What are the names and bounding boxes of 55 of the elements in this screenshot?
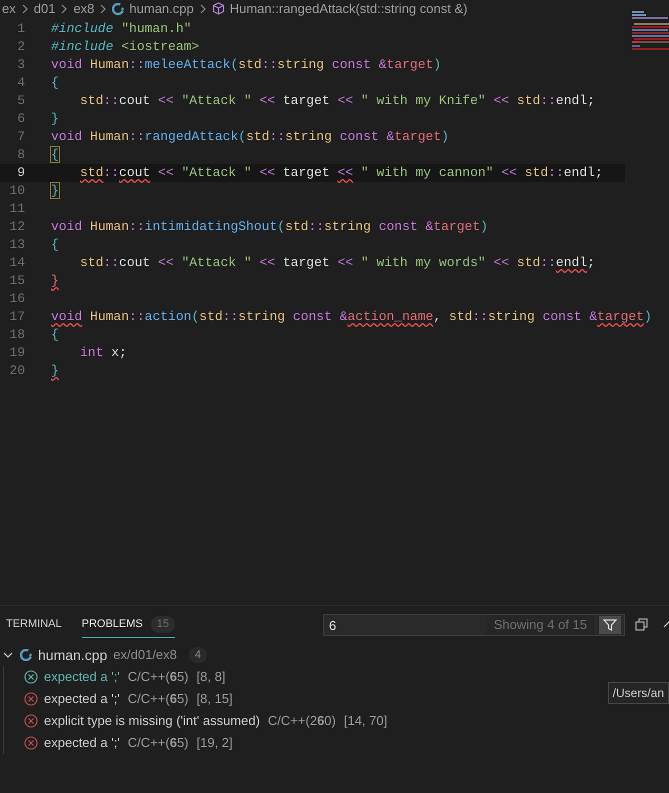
line-number: 17 xyxy=(8,308,25,326)
code-line: void Human::meleeAttack(std::string const &target) xyxy=(51,56,442,74)
problem-message: expected a ';' xyxy=(44,690,120,708)
line-number: 19 xyxy=(8,344,25,362)
line-number: 2 xyxy=(16,38,25,56)
code-line: std::cout << "Attack " << target << " with my Knife" << std::endl; xyxy=(80,92,595,110)
line-number: 16 xyxy=(8,290,25,308)
code-line: #include <iostream> xyxy=(51,38,200,56)
line-number: 5 xyxy=(16,92,25,110)
problem-position: [14, 70] xyxy=(344,712,388,730)
code-line: } xyxy=(51,110,59,128)
line-number: 20 xyxy=(8,362,25,380)
line-number: 13 xyxy=(8,236,25,254)
code-line: { xyxy=(51,326,59,344)
problem-message: explicit type is missing ('int' assumed) xyxy=(44,712,260,730)
code-line: #include "human.h" xyxy=(51,20,192,38)
line-number: 8 xyxy=(16,146,25,164)
problem-source: C/C++(65) xyxy=(128,690,188,708)
file-path: ex/d01/ex8 xyxy=(113,646,177,664)
problem-position: [8, 8] xyxy=(196,668,226,686)
line-number: 12 xyxy=(8,218,25,236)
code-line: std::cout << "Attack " << target << " with my cannon" << std::endl; xyxy=(80,164,603,182)
code-line: void Human::intimidatingShout(std::string const &target) xyxy=(51,218,488,236)
count-badge: 15 xyxy=(150,616,176,633)
problem-position: [8, 15] xyxy=(196,690,233,708)
problem-source: C/C++(260) xyxy=(268,712,336,730)
line-number: 3 xyxy=(16,56,25,74)
line-number: 4 xyxy=(16,74,25,92)
problem-position: [19, 2] xyxy=(196,734,233,752)
code-line: std::cout << "Attack " << target << " with my words" << std::endl; xyxy=(80,254,595,272)
problem-message: expected a ';' xyxy=(44,668,120,686)
code-line: { xyxy=(51,236,59,254)
code-line: } xyxy=(51,362,59,380)
line-number: 10 xyxy=(8,182,25,200)
problem-message: expected a ';' xyxy=(44,734,120,752)
line-number: 15 xyxy=(8,272,25,290)
path-tooltip: /Users/an xyxy=(608,682,669,704)
code-line: } xyxy=(51,182,59,200)
code-line: } xyxy=(51,272,59,290)
code-line: void Human::rangedAttack(std::string const &target) xyxy=(51,128,449,146)
problem-source: C/C++(65) xyxy=(128,734,188,752)
count-badge: 4 xyxy=(188,646,208,664)
code-line: int x; xyxy=(80,344,127,362)
line-number: 11 xyxy=(8,200,25,218)
line-number: 14 xyxy=(8,254,25,272)
line-number: 18 xyxy=(8,326,25,344)
code-line: { xyxy=(51,74,59,92)
line-number: 9 xyxy=(16,164,25,182)
code-line: void Human::action(std::string const &action_name, std::string const &target) xyxy=(51,308,652,326)
line-number: 1 xyxy=(16,20,25,38)
code-line: { xyxy=(51,146,59,164)
line-number: 6 xyxy=(16,110,25,128)
filter-count: Showing 4 of 15 xyxy=(486,615,595,635)
line-number: 7 xyxy=(16,128,25,146)
problem-source: C/C++(65) xyxy=(128,668,188,686)
